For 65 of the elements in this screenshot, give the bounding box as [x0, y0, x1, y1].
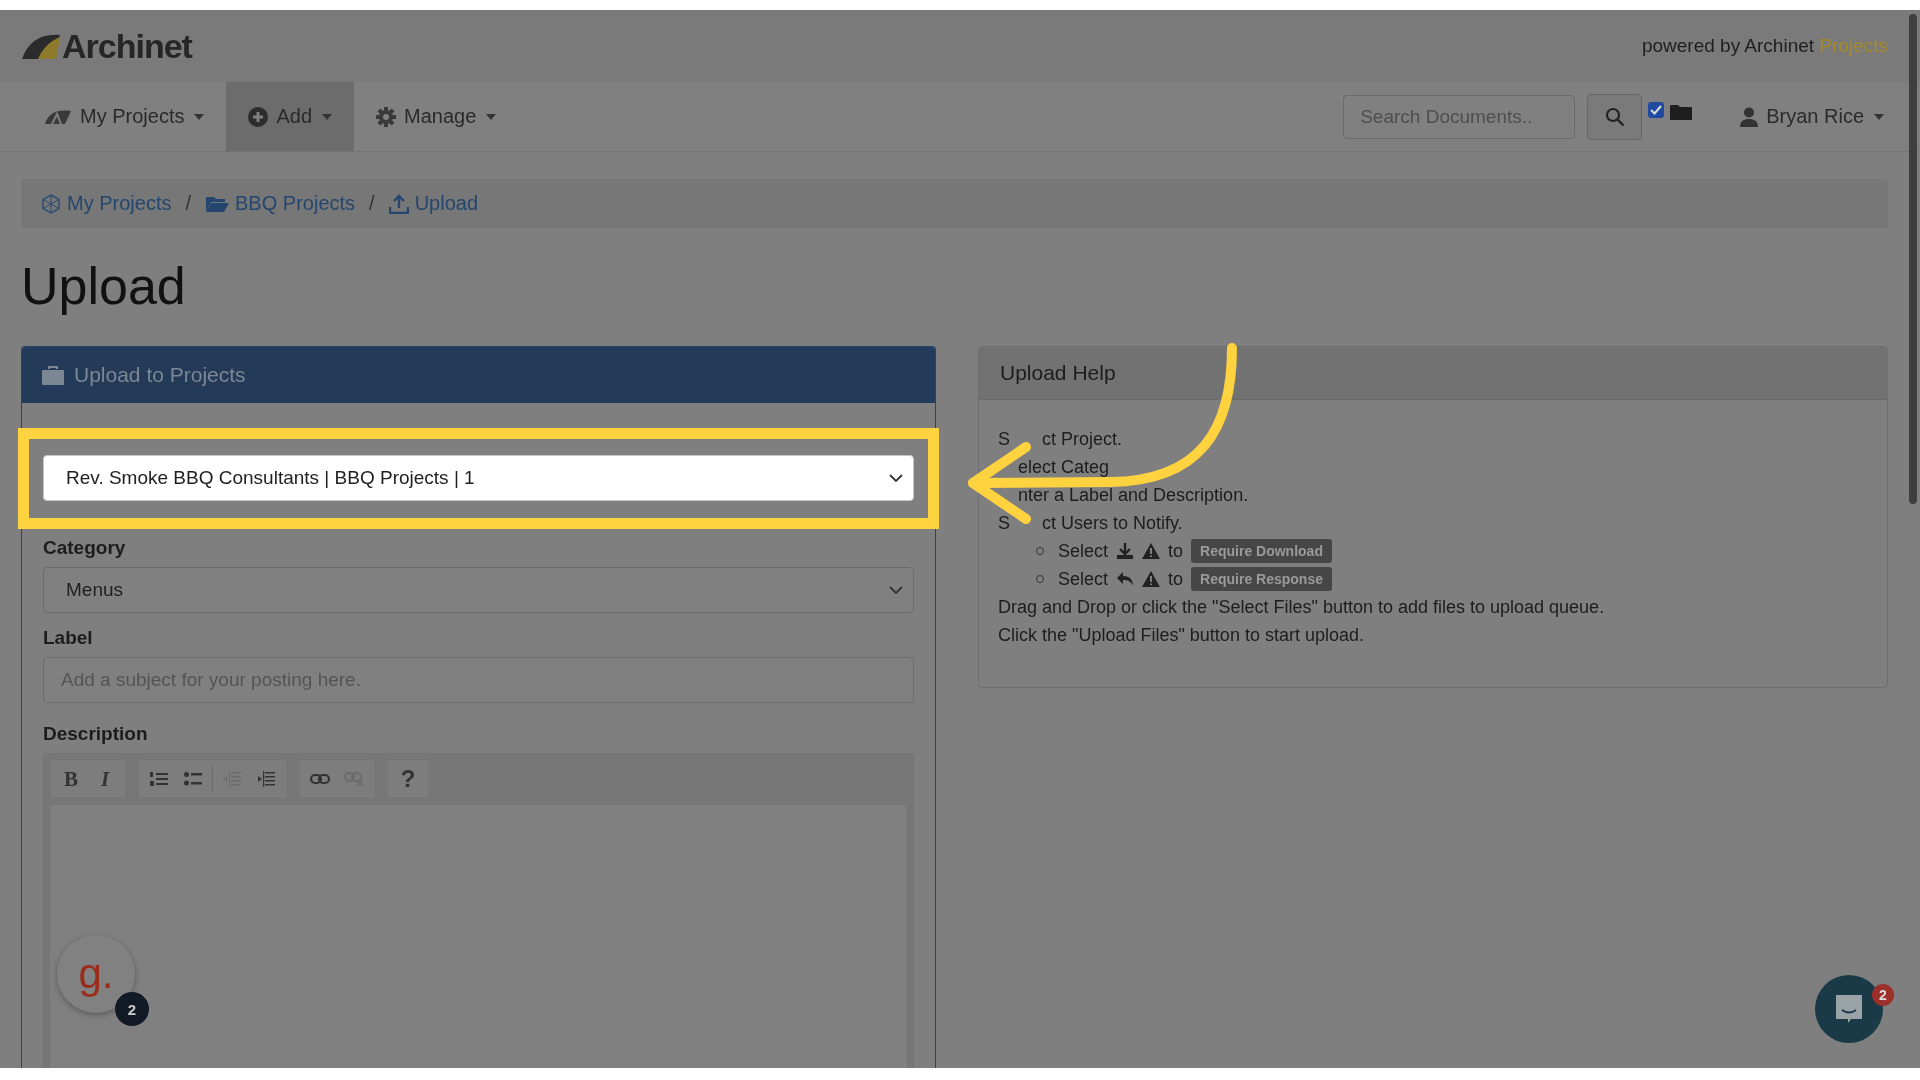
help-text: Drag and Drop or click the "Select Files" button to add files to upload queue.	[998, 597, 1605, 617]
indent-icon	[257, 771, 275, 787]
status-label: Require Download	[1191, 539, 1332, 563]
download-icon	[1116, 542, 1135, 560]
breadcrumb-link[interactable]: Upload	[388, 192, 479, 215]
chat-icon	[1833, 993, 1865, 1025]
assistant-logo-text: g.	[78, 950, 114, 998]
field-label: Description	[43, 723, 148, 745]
breadcrumb-link[interactable]: BBQ Projects	[205, 192, 356, 215]
numbered-list-icon	[150, 771, 168, 787]
chevron-down-icon	[889, 585, 903, 595]
hexagon-icon	[41, 193, 61, 214]
gear-icon	[376, 106, 397, 127]
category-select[interactable]: Menus	[43, 567, 914, 613]
help-text: to	[1168, 540, 1184, 563]
help-button[interactable]: ?	[391, 761, 425, 797]
field-label: Label	[43, 627, 93, 649]
reply-icon	[1116, 571, 1135, 587]
status-label: Require Response	[1191, 567, 1332, 591]
panel-title: Upload Help	[1000, 361, 1116, 385]
warning-icon	[1142, 571, 1161, 587]
folder-open-icon	[205, 194, 230, 213]
field-label: Category	[43, 537, 126, 559]
help-text: ct Users to Notify.	[1042, 513, 1183, 533]
nav-menu-item[interactable]: Manage	[354, 82, 519, 151]
briefcase-icon	[42, 365, 64, 385]
breadcrumb-link[interactable]: My Projects	[41, 192, 172, 215]
caret-icon	[194, 113, 205, 120]
nav-menu-item[interactable]: Add	[226, 82, 355, 151]
caret-icon	[1874, 113, 1884, 120]
help-text: S	[998, 429, 1010, 449]
link-icon	[310, 773, 330, 785]
search-button[interactable]	[1587, 93, 1643, 140]
help-text: Select	[1058, 540, 1109, 563]
help-text: ct Project.	[1042, 429, 1123, 449]
notification-count: 2	[1872, 984, 1894, 1006]
help-text: S	[998, 513, 1010, 533]
breadcrumb-separator: /	[185, 192, 192, 215]
logo-text: Archinet	[62, 26, 192, 66]
person-icon	[1740, 106, 1759, 127]
user-menu[interactable]: Bryan Rice	[1734, 104, 1890, 129]
project-select[interactable]: Rev. Smoke BBQ Consultants | BBQ Projects | 1	[43, 455, 914, 501]
page-title: Upload	[21, 256, 187, 316]
scrollbar-thumb[interactable]	[1909, 14, 1917, 504]
help-text: elect Categ	[1018, 457, 1110, 477]
bold-button[interactable]: B	[54, 761, 88, 797]
panel-title: Upload to Projects	[74, 363, 246, 387]
breadcrumb-separator: /	[369, 192, 375, 215]
italic-button[interactable]: I	[88, 761, 122, 797]
nav-menu-item[interactable]: My Projects	[22, 82, 227, 151]
folder-icon	[1670, 104, 1693, 121]
help-text: nter a Label and Description.	[1018, 485, 1249, 505]
powered-by-text: powered by Archinet Projects	[1641, 35, 1888, 57]
help-text: Select	[1058, 568, 1109, 591]
caret-icon	[322, 113, 333, 120]
checkbox[interactable]	[1648, 102, 1665, 118]
plus-circle-icon	[248, 106, 269, 127]
warning-icon	[1142, 543, 1161, 559]
search-icon	[1604, 106, 1625, 127]
upload-icon	[388, 193, 409, 214]
help-text: Click the "Upload Files" button to start upload.	[998, 625, 1364, 645]
bullet-list-icon	[184, 771, 202, 787]
chevron-down-icon	[889, 473, 903, 483]
caret-icon	[486, 113, 497, 120]
help-text: to	[1168, 568, 1184, 591]
